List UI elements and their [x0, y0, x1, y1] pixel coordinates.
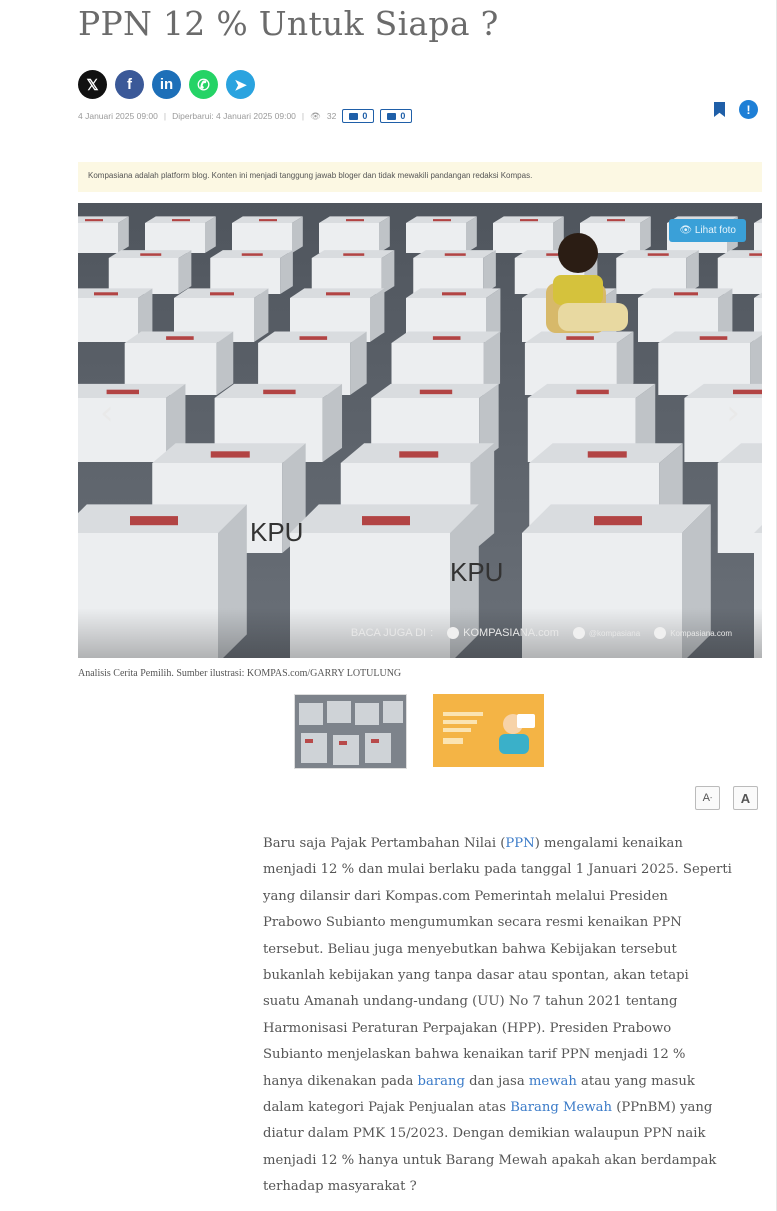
article-line: Baru saja Pajak Pertambahan Nilai (PPN) … [263, 831, 761, 857]
bookmark-icon[interactable] [714, 102, 725, 117]
hero-image[interactable]: KPU KPU 👁 Lihat foto ‹ › BACA JUGA DI : … [78, 203, 762, 658]
article-link[interactable]: PPN [505, 836, 534, 851]
article-line: bukanlah kebijakan yang tanpa dasar atau… [263, 963, 761, 989]
instagram-link[interactable]: Kompasiana.com [654, 627, 732, 639]
comment-button[interactable]: 0 [380, 109, 413, 123]
article-meta: 4 Januari 2025 09:00 | Diperbarui: 4 Jan… [78, 109, 413, 123]
article-line: terhadap masyarakat ? [263, 1174, 761, 1200]
kompasiana-logo-icon [447, 627, 460, 639]
linkedin-icon: in [159, 76, 174, 93]
article-line: dalam kategori Pajak Penjualan atas Bara… [263, 1095, 761, 1121]
instagram-icon [654, 627, 667, 639]
article-line: suatu Amanah undang-undang (UU) No 7 tah… [263, 989, 761, 1015]
updated-date: Diperbarui: 4 Januari 2025 09:00 [172, 111, 296, 121]
comment-icon [387, 112, 397, 120]
x-icon: 𝕏 [86, 76, 99, 94]
heart-icon [349, 112, 359, 120]
article-line: Harmonisasi Peraturan Perpajakan (HPP). … [263, 1016, 761, 1042]
article-text: yang dilansir dari Kompas.com Pemerintah… [263, 888, 668, 904]
site-link[interactable]: KOMPASIANA.com [447, 627, 559, 639]
comment-count: 0 [400, 111, 406, 121]
article-line: tersebut. Beliau juga menyebutkan bahwa … [263, 937, 761, 963]
article-text: suatu Amanah undang-undang (UU) No 7 tah… [263, 994, 678, 1010]
thumbnail-image [433, 694, 544, 767]
article-text: Harmonisasi Peraturan Perpajakan (HPP). … [263, 1020, 672, 1036]
prev-image-button[interactable]: ‹ [100, 393, 114, 433]
article-text: Prabowo Subianto mengumumkan secara resm… [263, 915, 682, 931]
next-image-button[interactable]: › [726, 393, 740, 433]
share-bar: 𝕏f in ✆ ➤ [78, 70, 255, 99]
article-link[interactable]: mewah [529, 1074, 577, 1089]
info-icon[interactable]: ! [739, 100, 758, 119]
article-text: dalam kategori Pajak Penjualan atas [263, 1099, 511, 1115]
facebook-icon: f [127, 76, 132, 93]
twitter-link[interactable]: @kompasiana [572, 627, 640, 639]
article-title: PPN 12 % Untuk Siapa ? [78, 4, 499, 43]
article-line: yang dilansir dari Kompas.com Pemerintah… [263, 884, 761, 910]
article-line: hanya dikenakan pada barang dan jasa mew… [263, 1069, 761, 1095]
linkedin-share-button[interactable]: in [152, 70, 181, 99]
article-text: diatur dalam PMK 15/2023. Dengan demikia… [263, 1126, 706, 1142]
image-caption: Analisis Cerita Pemilih. Sumber ilustras… [78, 668, 402, 679]
facebook-share-button[interactable]: f [115, 70, 144, 99]
article-line: menjadi 12 % dan mulai berlaku pada tang… [263, 857, 761, 883]
thumbnail-ballot-boxes[interactable] [294, 694, 407, 769]
article-text: Subianto menjelaskan bahwa kenaikan tari… [263, 1047, 686, 1063]
ballot-boxes-photo: KPU KPU [78, 203, 762, 658]
vote-count: 0 [362, 111, 368, 121]
article-page: PPN 12 % Untuk Siapa ? 𝕏f in ✆ ➤ 4 Januari … [0, 0, 777, 1211]
article-text: tersebut. Beliau juga menyebutkan bahwa … [263, 941, 677, 957]
x-share-button[interactable]: 𝕏 [78, 70, 107, 99]
disclaimer-banner: Kompasiana adalah platform blog. Konten … [78, 162, 762, 192]
eye-icon: 👁 [310, 110, 321, 121]
font-decrease-button[interactable]: A- [695, 786, 720, 810]
article-line: diatur dalam PMK 15/2023. Dengan demikia… [263, 1121, 761, 1147]
article-text: menjadi 12 % dan mulai berlaku pada tang… [263, 862, 732, 878]
article-text: menjadi 12 % hanya untuk Barang Mewah ap… [263, 1152, 717, 1168]
article-text: Baru saja Pajak Pertambahan Nilai ( [263, 836, 506, 851]
lihat-foto-button[interactable]: 👁 Lihat foto [669, 219, 746, 242]
telegram-icon: ➤ [234, 76, 247, 94]
article-line: Subianto menjelaskan bahwa kenaikan tari… [263, 1042, 761, 1068]
article-text: terhadap masyarakat ? [263, 1179, 417, 1195]
article-text: dan jasa [464, 1073, 529, 1089]
article-text: hanya dikenakan pada [263, 1073, 418, 1089]
whatsapp-icon: ✆ [197, 76, 210, 94]
baca-juga-bar: BACA JUGA DI : KOMPASIANA.com @kompasian… [78, 608, 762, 658]
vote-button[interactable]: 0 [342, 109, 375, 123]
article-link[interactable]: barang [418, 1074, 465, 1089]
article-text: atau yang masuk [576, 1073, 695, 1089]
article-link[interactable]: Barang Mewah [510, 1100, 612, 1115]
article-line: Prabowo Subianto mengumumkan secara resm… [263, 910, 761, 936]
eye-icon: 👁 [679, 225, 695, 236]
published-date: 4 Januari 2025 09:00 [78, 111, 158, 121]
thumbnail-illustration[interactable] [433, 694, 544, 767]
kpu-label: KPU [450, 557, 503, 587]
font-increase-button[interactable]: A [733, 786, 758, 810]
view-count: 32 [326, 111, 337, 121]
kpu-label: KPU [250, 517, 303, 547]
article-line: menjadi 12 % hanya untuk Barang Mewah ap… [263, 1148, 761, 1174]
twitter-icon [572, 627, 585, 639]
thumbnail-image [295, 695, 406, 768]
whatsapp-share-button[interactable]: ✆ [189, 70, 218, 99]
telegram-share-button[interactable]: ➤ [226, 70, 255, 99]
article-text: ) mengalami kenaikan [534, 836, 683, 851]
article-actions: ! [714, 100, 758, 119]
article-text: (PPnBM) yang [612, 1099, 713, 1115]
article-body: Baru saja Pajak Pertambahan Nilai (PPN) … [263, 831, 761, 1200]
article-text: bukanlah kebijakan yang tanpa dasar atau… [263, 967, 689, 983]
